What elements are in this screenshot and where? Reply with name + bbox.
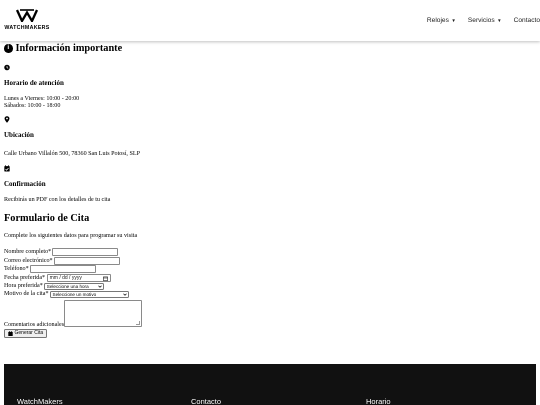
form-title: Formulario de Cita bbox=[4, 213, 90, 224]
comments-row: Comentarios adicionales bbox=[4, 300, 143, 328]
logo-text: WATCHMAKERS bbox=[4, 25, 50, 31]
nav-servicios-label: Servicios bbox=[467, 17, 495, 24]
nav-contacto[interactable]: Contacto bbox=[514, 17, 540, 24]
time-row: Hora preferida* Seleccione una hora bbox=[4, 282, 105, 290]
nav-relojes[interactable]: Relojes ▼ bbox=[427, 17, 456, 24]
comments-textarea[interactable] bbox=[64, 300, 143, 327]
name-input[interactable] bbox=[52, 247, 119, 257]
caret-down-icon: ▼ bbox=[451, 18, 456, 23]
reason-select[interactable]: Seleccione un motivo bbox=[50, 290, 130, 298]
name-label: Nombre completo* bbox=[4, 249, 52, 255]
hours-weekdays: Lunes a Viernes: 10:00 - 20:00 bbox=[4, 96, 80, 102]
nav-contacto-label: Contacto bbox=[513, 17, 540, 24]
info-title-text: Información importante bbox=[15, 43, 123, 54]
calendar-check-icon bbox=[4, 165, 10, 172]
site-footer: WatchMakers Contacto Horario bbox=[4, 364, 536, 405]
location-heading: Ubicación bbox=[4, 131, 34, 139]
watchmakers-logo-icon bbox=[16, 9, 38, 22]
footer-brand: WatchMakers bbox=[17, 397, 63, 405]
time-label: Hora preferida* bbox=[4, 283, 43, 289]
time-select[interactable]: Seleccione una hora bbox=[44, 282, 105, 290]
phone-input[interactable] bbox=[29, 264, 96, 274]
info-title: i Información importante bbox=[4, 43, 122, 54]
phone-label: Teléfono* bbox=[4, 266, 29, 272]
info-icon: i bbox=[4, 44, 13, 53]
site-header: WATCHMAKERS Relojes ▼ Servicios ▼ Contac… bbox=[0, 0, 540, 41]
nav-servicios[interactable]: Servicios ▼ bbox=[468, 17, 502, 24]
email-row: Correo electrónico* bbox=[4, 256, 120, 266]
reason-select-value: Seleccione un motivo bbox=[52, 291, 97, 297]
time-select-value: Seleccione una hora bbox=[46, 283, 89, 289]
reason-row: Motivo de la cita* Seleccione un motivo bbox=[4, 290, 130, 298]
map-pin-icon bbox=[4, 116, 10, 123]
logo[interactable]: WATCHMAKERS bbox=[3, 9, 51, 31]
confirmation-text: Recibirás un PDF con los detalles de tu … bbox=[4, 197, 111, 203]
date-placeholder: mm / dd / yyyy bbox=[49, 275, 82, 281]
generate-appointment-button[interactable]: Generar Cita bbox=[4, 329, 47, 338]
hours-heading: Horario de atención bbox=[4, 79, 64, 87]
resize-handle[interactable] bbox=[136, 321, 141, 325]
date-row: Fecha preferida* mm / dd / yyyy bbox=[4, 274, 111, 282]
date-label: Fecha preferida* bbox=[4, 275, 46, 281]
footer-hours-heading: Horario bbox=[366, 397, 391, 405]
caret-down-icon: ▼ bbox=[497, 18, 502, 23]
chevron-down-icon bbox=[98, 285, 102, 288]
generate-appointment-label: Generar Cita bbox=[14, 330, 44, 337]
main-nav: Relojes ▼ Servicios ▼ Contacto bbox=[427, 17, 540, 24]
calendar-icon[interactable] bbox=[102, 276, 108, 281]
comments-label: Comentarios adicionales bbox=[4, 322, 65, 328]
email-input[interactable] bbox=[53, 256, 120, 266]
location-address: Calle Urbano Villalón 500, 78360 San Lui… bbox=[4, 151, 140, 157]
nav-relojes-label: Relojes bbox=[426, 17, 449, 24]
chevron-down-icon bbox=[122, 293, 127, 296]
reason-label: Motivo de la cita* bbox=[4, 291, 49, 297]
confirmation-heading: Confirmación bbox=[4, 180, 46, 188]
form-intro: Complete los siguientes datos para progr… bbox=[4, 233, 138, 239]
clock-icon bbox=[4, 64, 10, 71]
date-input[interactable]: mm / dd / yyyy bbox=[46, 274, 111, 282]
email-label: Correo electrónico* bbox=[4, 258, 53, 264]
name-row: Nombre completo* bbox=[4, 247, 119, 257]
hours-saturdays: Sábados: 10:00 - 18:00 bbox=[4, 103, 61, 109]
footer-contact-heading: Contacto bbox=[191, 397, 222, 405]
calendar-icon bbox=[7, 330, 13, 336]
phone-row: Teléfono* bbox=[4, 264, 96, 274]
